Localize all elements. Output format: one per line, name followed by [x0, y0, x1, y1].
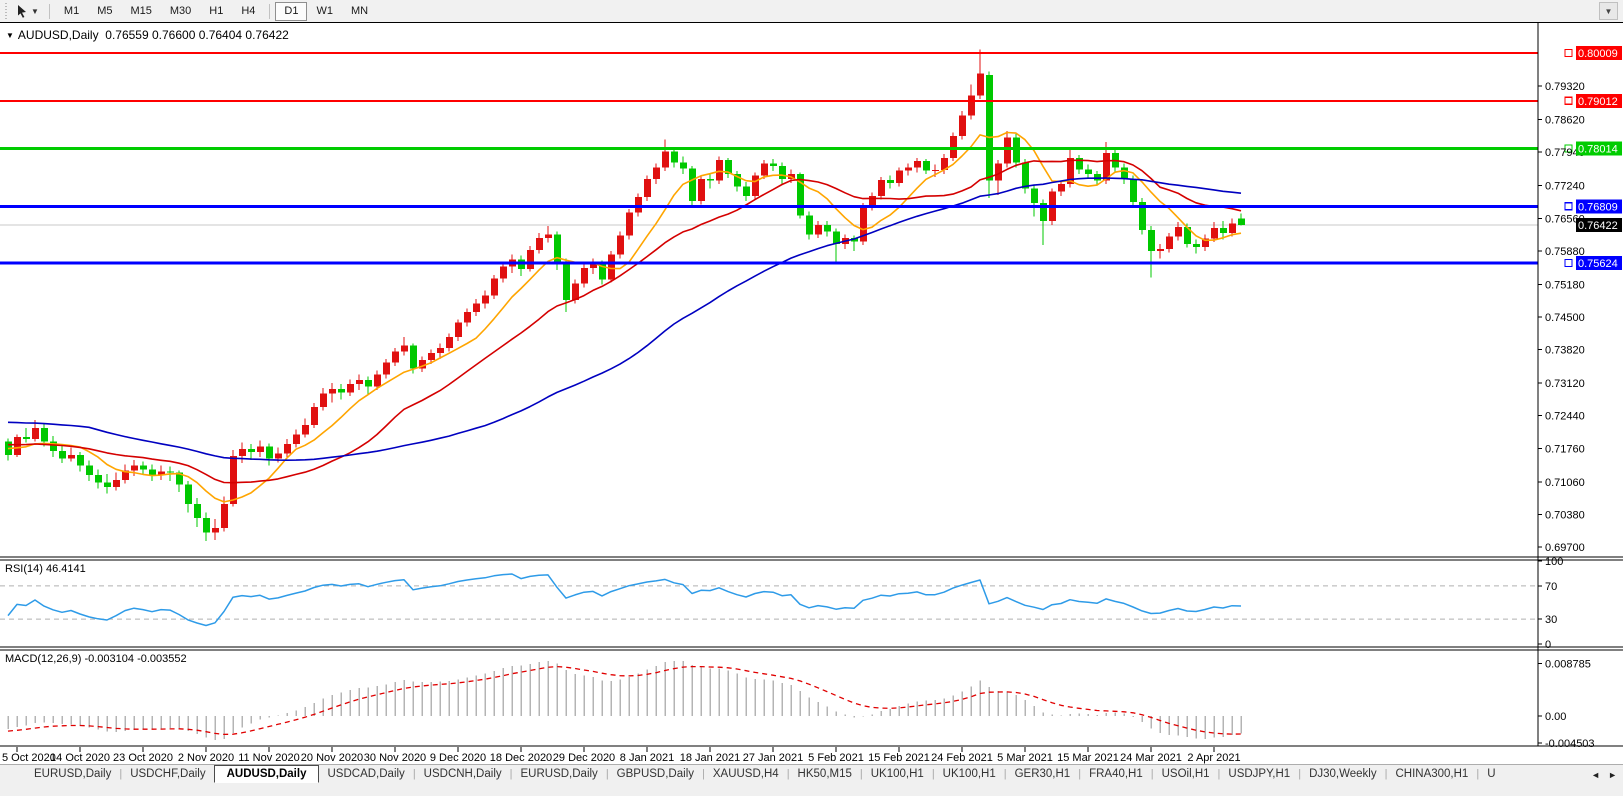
tab-xauusd-h4[interactable]: XAUUSD,H4 — [705, 765, 787, 782]
svg-text:0.74500: 0.74500 — [1545, 312, 1585, 324]
tab-uk100-h1[interactable]: UK100,H1 — [935, 765, 1004, 782]
svg-text:30: 30 — [1545, 614, 1557, 626]
tab-ger30-h1[interactable]: GER30,H1 — [1007, 765, 1079, 782]
chart-tab-bar: EURUSD,Daily | USDCHF,Daily AUDUSD,Daily USD… — [0, 764, 1623, 796]
timeframe-button-mn[interactable]: MN — [342, 2, 377, 21]
svg-text:0.70380: 0.70380 — [1545, 509, 1585, 521]
svg-text:0.008785: 0.008785 — [1545, 658, 1591, 670]
timeframe-button-h4[interactable]: H4 — [232, 2, 264, 21]
svg-text:0.77240: 0.77240 — [1545, 181, 1585, 193]
svg-text:24 Feb 2021: 24 Feb 2021 — [931, 752, 993, 764]
svg-text:0.79320: 0.79320 — [1545, 81, 1585, 93]
timeframe-button-d1[interactable]: D1 — [275, 1, 308, 21]
svg-text:-0.004503: -0.004503 — [1545, 738, 1595, 750]
svg-text:70: 70 — [1545, 581, 1557, 593]
svg-text:5 Oct 2020: 5 Oct 2020 — [2, 752, 56, 764]
tab-usdcad-daily[interactable]: USDCAD,Daily — [319, 765, 412, 782]
timeframe-button-m30[interactable]: M30 — [161, 2, 200, 21]
svg-text:0.76809: 0.76809 — [1578, 201, 1618, 213]
tab-scroll-group: ◄ ► — [1587, 765, 1623, 786]
tab-china300-h1[interactable]: CHINA300,H1 — [1387, 765, 1476, 782]
svg-text:18 Dec 2020: 18 Dec 2020 — [490, 752, 552, 764]
svg-text:0.76422: 0.76422 — [1578, 220, 1618, 232]
toolbar-grip[interactable] — [4, 3, 9, 19]
svg-text:0.79012: 0.79012 — [1578, 96, 1618, 108]
svg-text:30 Nov 2020: 30 Nov 2020 — [364, 752, 426, 764]
svg-text:2 Nov 2020: 2 Nov 2020 — [178, 752, 234, 764]
svg-text:18 Jan 2021: 18 Jan 2021 — [680, 752, 741, 764]
svg-text:0.69700: 0.69700 — [1545, 542, 1585, 554]
svg-text:0: 0 — [1545, 639, 1551, 651]
svg-text:0.75880: 0.75880 — [1545, 246, 1585, 258]
svg-text:0.73820: 0.73820 — [1545, 345, 1585, 357]
svg-text:27 Jan 2021: 27 Jan 2021 — [743, 752, 804, 764]
tab-scroll-left-button[interactable]: ◄ — [1587, 765, 1604, 780]
tab-dj30-weekly[interactable]: DJ30,Weekly — [1301, 765, 1385, 782]
tab-uk100-h1[interactable]: UK100,H1 — [863, 765, 932, 782]
tab-usdcnh-daily[interactable]: USDCNH,Daily — [416, 765, 510, 782]
timeframe-button-m1[interactable]: M1 — [55, 2, 88, 21]
tab-usdjpy-h1[interactable]: USDJPY,H1 — [1220, 765, 1298, 782]
svg-text:0.00: 0.00 — [1545, 711, 1566, 723]
tab-scroll-right-button[interactable]: ► — [1604, 765, 1621, 780]
svg-text:20 Nov 2020: 20 Nov 2020 — [301, 752, 363, 764]
svg-text:0.72440: 0.72440 — [1545, 411, 1585, 423]
tab-eurusd-daily[interactable]: EURUSD,Daily — [512, 765, 605, 782]
svg-text:29 Dec 2020: 29 Dec 2020 — [553, 752, 615, 764]
svg-text:5 Feb 2021: 5 Feb 2021 — [808, 752, 864, 764]
chart-canvas[interactable]: 0.793200.786200.779400.772400.765600.758… — [0, 23, 1623, 765]
svg-text:0.75624: 0.75624 — [1578, 258, 1618, 270]
tab-eurusd-daily[interactable]: EURUSD,Daily — [26, 765, 119, 782]
top-toolbar: ▼ M1 M5 M15 M30 H1 H4 D1 W1 MN ▼ — [0, 0, 1623, 22]
tab-usdchf-daily[interactable]: USDCHF,Daily — [122, 765, 213, 782]
tab-gbpusd-daily[interactable]: GBPUSD,Daily — [609, 765, 702, 782]
toolbar-separator — [48, 3, 50, 19]
svg-text:8 Jan 2021: 8 Jan 2021 — [620, 752, 674, 764]
tab-u[interactable]: U — [1479, 765, 1503, 782]
svg-text:11 Nov 2020: 11 Nov 2020 — [238, 752, 300, 764]
svg-text:24 Mar 2021: 24 Mar 2021 — [1120, 752, 1182, 764]
chevron-down-icon: ▼ — [31, 6, 39, 16]
svg-text:2 Apr 2021: 2 Apr 2021 — [1187, 752, 1240, 764]
cursor-icon — [18, 4, 26, 18]
tab-fra40-h1[interactable]: FRA40,H1 — [1081, 765, 1151, 782]
chart-window: 0.79320 0.78620 0.77940 0.77240 0.76560 0.758… — [0, 22, 1623, 764]
svg-text:15 Feb 2021: 15 Feb 2021 — [868, 752, 930, 764]
svg-text:0.78620: 0.78620 — [1545, 115, 1585, 127]
svg-text:0.78014: 0.78014 — [1578, 144, 1618, 156]
timeframe-buttons: M1 M5 M15 M30 H1 H4 D1 W1 MN — [55, 1, 377, 21]
timeframe-button-m15[interactable]: M15 — [121, 2, 160, 21]
svg-text:0.75180: 0.75180 — [1545, 279, 1585, 291]
toolbar-separator — [269, 3, 271, 19]
svg-text:14 Oct 2020: 14 Oct 2020 — [50, 752, 110, 764]
svg-text:5 Mar 2021: 5 Mar 2021 — [997, 752, 1053, 764]
tab-usoil-h1[interactable]: USOil,H1 — [1154, 765, 1218, 782]
svg-text:9 Dec 2020: 9 Dec 2020 — [430, 752, 486, 764]
cursor-tool-button[interactable]: ▼ — [13, 4, 42, 19]
svg-text:0.71060: 0.71060 — [1545, 477, 1585, 489]
timeframe-button-w1[interactable]: W1 — [307, 2, 342, 21]
svg-text:15 Mar 2021: 15 Mar 2021 — [1057, 752, 1119, 764]
toolbar-overflow-button[interactable]: ▼ — [1599, 2, 1618, 20]
svg-text:0.73120: 0.73120 — [1545, 378, 1585, 390]
timeframe-button-h1[interactable]: H1 — [200, 2, 232, 21]
svg-text:100: 100 — [1545, 556, 1563, 568]
tab-strip: EURUSD,Daily | USDCHF,Daily AUDUSD,Daily USD… — [0, 765, 1623, 786]
svg-text:23 Oct 2020: 23 Oct 2020 — [113, 752, 173, 764]
tab-audusd-daily[interactable]: AUDUSD,Daily — [213, 765, 320, 783]
svg-text:0.80009: 0.80009 — [1578, 48, 1618, 60]
svg-text:0.71760: 0.71760 — [1545, 443, 1585, 455]
timeframe-button-m5[interactable]: M5 — [88, 2, 121, 21]
tab-hk50-m15[interactable]: HK50,M15 — [790, 765, 860, 782]
